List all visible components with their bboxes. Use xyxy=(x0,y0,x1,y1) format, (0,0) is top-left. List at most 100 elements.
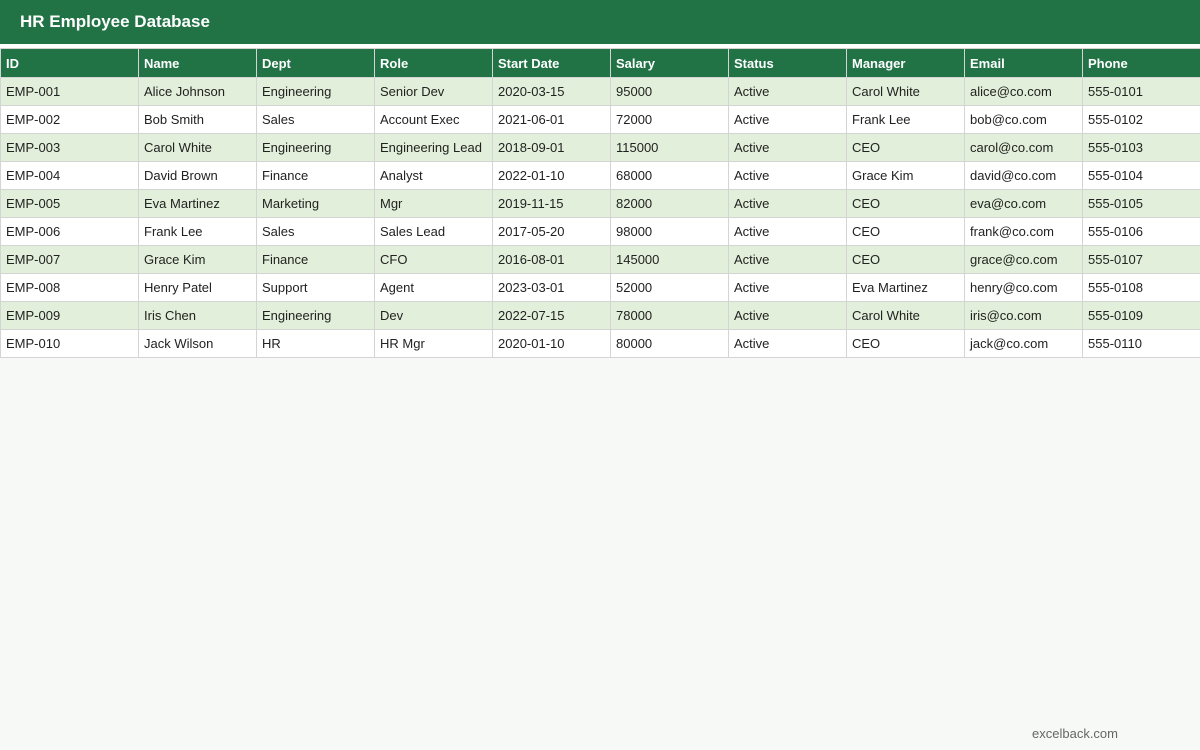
cell-manager[interactable]: CEO xyxy=(846,189,965,218)
cell-start-date[interactable]: 2016-08-01 xyxy=(492,245,611,274)
cell-salary[interactable]: 68000 xyxy=(610,161,729,190)
cell-email[interactable]: grace@co.com xyxy=(964,245,1083,274)
cell-start-date[interactable]: 2022-01-10 xyxy=(492,161,611,190)
column-header-status[interactable]: Status xyxy=(728,48,847,78)
column-header-dept[interactable]: Dept xyxy=(256,48,375,78)
cell-dept[interactable]: Engineering xyxy=(256,301,375,330)
cell-email[interactable]: frank@co.com xyxy=(964,217,1083,246)
cell-status[interactable]: Active xyxy=(728,133,847,162)
cell-phone[interactable]: 555-0105 xyxy=(1082,189,1200,218)
cell-email[interactable]: jack@co.com xyxy=(964,329,1083,358)
cell-name[interactable]: Frank Lee xyxy=(138,217,257,246)
cell-role[interactable]: CFO xyxy=(374,245,493,274)
cell-manager[interactable]: CEO xyxy=(846,217,965,246)
cell-salary[interactable]: 145000 xyxy=(610,245,729,274)
column-header-role[interactable]: Role xyxy=(374,48,493,78)
cell-salary[interactable]: 98000 xyxy=(610,217,729,246)
cell-manager[interactable]: Grace Kim xyxy=(846,161,965,190)
cell-id[interactable]: EMP-001 xyxy=(0,77,139,106)
cell-phone[interactable]: 555-0106 xyxy=(1082,217,1200,246)
cell-name[interactable]: Alice Johnson xyxy=(138,77,257,106)
cell-status[interactable]: Active xyxy=(728,77,847,106)
cell-role[interactable]: Dev xyxy=(374,301,493,330)
cell-manager[interactable]: Frank Lee xyxy=(846,105,965,134)
cell-salary[interactable]: 80000 xyxy=(610,329,729,358)
cell-dept[interactable]: Sales xyxy=(256,217,375,246)
cell-status[interactable]: Active xyxy=(728,161,847,190)
cell-manager[interactable]: CEO xyxy=(846,245,965,274)
cell-phone[interactable]: 555-0110 xyxy=(1082,329,1200,358)
cell-id[interactable]: EMP-003 xyxy=(0,133,139,162)
cell-id[interactable]: EMP-002 xyxy=(0,105,139,134)
cell-role[interactable]: Analyst xyxy=(374,161,493,190)
cell-dept[interactable]: Sales xyxy=(256,105,375,134)
cell-status[interactable]: Active xyxy=(728,189,847,218)
cell-name[interactable]: Grace Kim xyxy=(138,245,257,274)
cell-role[interactable]: Sales Lead xyxy=(374,217,493,246)
cell-role[interactable]: HR Mgr xyxy=(374,329,493,358)
cell-dept[interactable]: Marketing xyxy=(256,189,375,218)
cell-email[interactable]: carol@co.com xyxy=(964,133,1083,162)
cell-id[interactable]: EMP-004 xyxy=(0,161,139,190)
cell-manager[interactable]: CEO xyxy=(846,329,965,358)
column-header-manager[interactable]: Manager xyxy=(846,48,965,78)
cell-role[interactable]: Senior Dev xyxy=(374,77,493,106)
cell-salary[interactable]: 82000 xyxy=(610,189,729,218)
cell-status[interactable]: Active xyxy=(728,105,847,134)
cell-salary[interactable]: 78000 xyxy=(610,301,729,330)
cell-salary[interactable]: 95000 xyxy=(610,77,729,106)
cell-name[interactable]: Jack Wilson xyxy=(138,329,257,358)
cell-status[interactable]: Active xyxy=(728,329,847,358)
cell-status[interactable]: Active xyxy=(728,217,847,246)
cell-start-date[interactable]: 2018-09-01 xyxy=(492,133,611,162)
cell-name[interactable]: Carol White xyxy=(138,133,257,162)
column-header-phone[interactable]: Phone xyxy=(1082,48,1200,78)
cell-phone[interactable]: 555-0109 xyxy=(1082,301,1200,330)
column-header-id[interactable]: ID xyxy=(0,48,139,78)
cell-role[interactable]: Agent xyxy=(374,273,493,302)
cell-dept[interactable]: Support xyxy=(256,273,375,302)
cell-start-date[interactable]: 2021-06-01 xyxy=(492,105,611,134)
cell-dept[interactable]: HR xyxy=(256,329,375,358)
cell-email[interactable]: david@co.com xyxy=(964,161,1083,190)
cell-dept[interactable]: Engineering xyxy=(256,77,375,106)
cell-name[interactable]: Henry Patel xyxy=(138,273,257,302)
cell-manager[interactable]: Carol White xyxy=(846,301,965,330)
cell-id[interactable]: EMP-008 xyxy=(0,273,139,302)
cell-phone[interactable]: 555-0108 xyxy=(1082,273,1200,302)
cell-email[interactable]: henry@co.com xyxy=(964,273,1083,302)
column-header-salary[interactable]: Salary xyxy=(610,48,729,78)
cell-name[interactable]: Bob Smith xyxy=(138,105,257,134)
cell-dept[interactable]: Finance xyxy=(256,161,375,190)
cell-name[interactable]: David Brown xyxy=(138,161,257,190)
cell-phone[interactable]: 555-0101 xyxy=(1082,77,1200,106)
cell-phone[interactable]: 555-0103 xyxy=(1082,133,1200,162)
cell-email[interactable]: eva@co.com xyxy=(964,189,1083,218)
column-header-name[interactable]: Name xyxy=(138,48,257,78)
cell-status[interactable]: Active xyxy=(728,245,847,274)
cell-salary[interactable]: 72000 xyxy=(610,105,729,134)
cell-id[interactable]: EMP-007 xyxy=(0,245,139,274)
cell-start-date[interactable]: 2022-07-15 xyxy=(492,301,611,330)
cell-id[interactable]: EMP-006 xyxy=(0,217,139,246)
cell-start-date[interactable]: 2017-05-20 xyxy=(492,217,611,246)
cell-manager[interactable]: CEO xyxy=(846,133,965,162)
cell-start-date[interactable]: 2023-03-01 xyxy=(492,273,611,302)
cell-id[interactable]: EMP-009 xyxy=(0,301,139,330)
cell-email[interactable]: alice@co.com xyxy=(964,77,1083,106)
cell-status[interactable]: Active xyxy=(728,301,847,330)
cell-start-date[interactable]: 2019-11-15 xyxy=(492,189,611,218)
cell-role[interactable]: Mgr xyxy=(374,189,493,218)
cell-id[interactable]: EMP-005 xyxy=(0,189,139,218)
cell-phone[interactable]: 555-0107 xyxy=(1082,245,1200,274)
column-header-start-date[interactable]: Start Date xyxy=(492,48,611,78)
cell-email[interactable]: iris@co.com xyxy=(964,301,1083,330)
cell-manager[interactable]: Carol White xyxy=(846,77,965,106)
cell-dept[interactable]: Finance xyxy=(256,245,375,274)
cell-salary[interactable]: 52000 xyxy=(610,273,729,302)
cell-name[interactable]: Iris Chen xyxy=(138,301,257,330)
cell-dept[interactable]: Engineering xyxy=(256,133,375,162)
cell-name[interactable]: Eva Martinez xyxy=(138,189,257,218)
cell-status[interactable]: Active xyxy=(728,273,847,302)
cell-role[interactable]: Account Exec xyxy=(374,105,493,134)
